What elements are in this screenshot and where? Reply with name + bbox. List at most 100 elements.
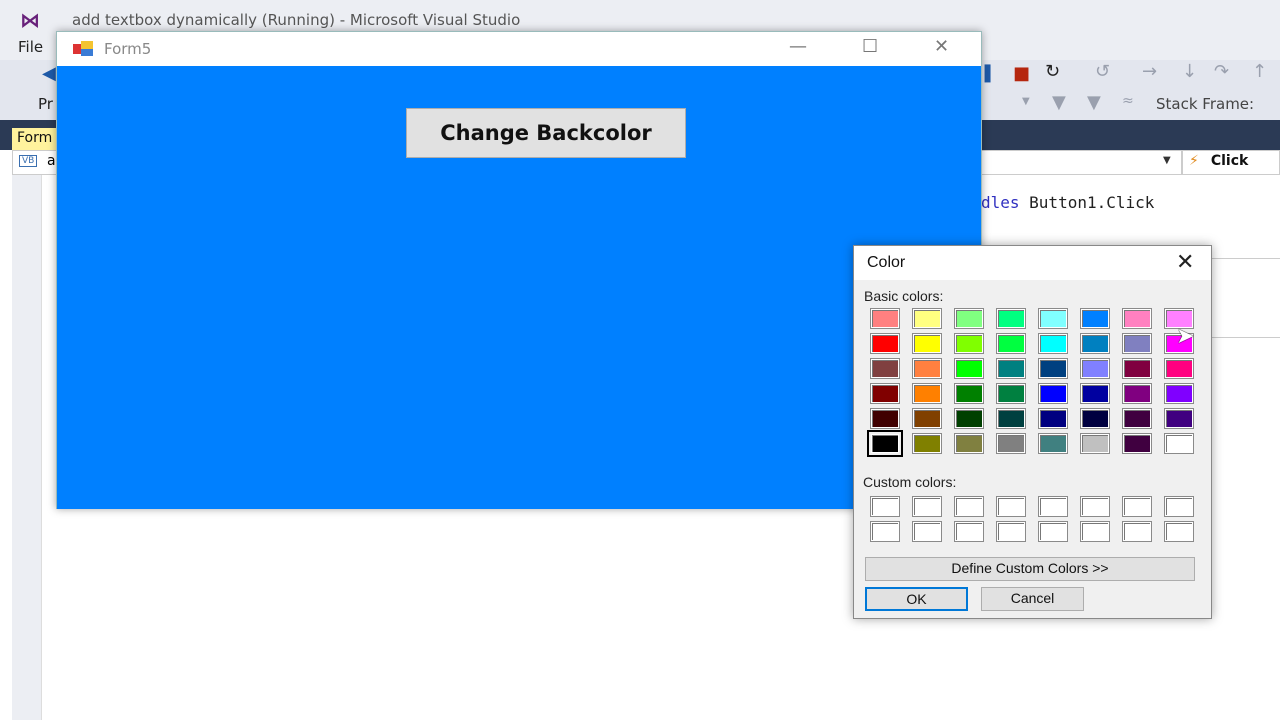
filter-clear-icon[interactable]: ▼: [1087, 92, 1101, 113]
step-into-icon[interactable]: →: [1142, 61, 1157, 82]
event-dropdown[interactable]: ⚡ Click: [1181, 151, 1280, 174]
code-line[interactable]: dles Button1.Click: [981, 193, 1154, 212]
editor-line: [1210, 258, 1280, 259]
basic-color-swatch[interactable]: [954, 383, 984, 404]
color-dialog-title: Color: [867, 254, 906, 271]
toolbar-partial-label: Pr: [38, 95, 53, 113]
pause-icon[interactable]: ❚: [980, 62, 995, 83]
basic-color-swatch[interactable]: [870, 383, 900, 404]
code-text: Button1.Click: [1019, 193, 1155, 212]
basic-color-swatch[interactable]: [1080, 383, 1110, 404]
custom-color-swatch[interactable]: [1164, 496, 1194, 517]
basic-color-swatch[interactable]: [1080, 408, 1110, 429]
basic-color-swatch[interactable]: [870, 408, 900, 429]
basic-color-swatch[interactable]: [996, 358, 1026, 379]
custom-color-swatch[interactable]: [870, 521, 900, 542]
basic-color-swatch[interactable]: [912, 308, 942, 329]
custom-color-swatch[interactable]: [996, 496, 1026, 517]
show-next-statement-icon[interactable]: ↺: [1095, 61, 1110, 82]
basic-color-swatch[interactable]: [1164, 383, 1194, 404]
basic-color-swatch[interactable]: [1122, 408, 1152, 429]
basic-color-swatch[interactable]: [870, 358, 900, 379]
basic-color-swatch[interactable]: [1038, 358, 1068, 379]
basic-color-swatch[interactable]: [1164, 408, 1194, 429]
basic-color-swatch[interactable]: [1122, 358, 1152, 379]
custom-color-swatch[interactable]: [996, 521, 1026, 542]
custom-color-swatch[interactable]: [1122, 496, 1152, 517]
basic-color-swatch[interactable]: [870, 333, 900, 354]
basic-color-swatch[interactable]: [867, 430, 903, 457]
filter-icon[interactable]: ▼: [1052, 92, 1066, 113]
basic-color-swatch[interactable]: [1038, 308, 1068, 329]
dropdown-arrow-icon[interactable]: ▼: [1163, 155, 1171, 166]
menu-file[interactable]: File: [18, 38, 43, 56]
color-dialog-title-bar[interactable]: Color ✕: [854, 246, 1211, 280]
basic-color-swatch[interactable]: [912, 433, 942, 454]
visual-studio-logo-icon: ⋈: [20, 8, 40, 32]
maximize-icon[interactable]: ☐: [862, 36, 878, 57]
basic-color-swatch[interactable]: [1080, 333, 1110, 354]
custom-color-swatch[interactable]: [954, 496, 984, 517]
cancel-button[interactable]: Cancel: [981, 587, 1084, 611]
custom-color-swatch[interactable]: [912, 496, 942, 517]
basic-color-swatch[interactable]: [1122, 333, 1152, 354]
basic-color-swatch[interactable]: [1164, 433, 1194, 454]
event-bolt-icon: ⚡: [1189, 153, 1199, 169]
basic-color-swatch[interactable]: [954, 333, 984, 354]
basic-color-swatch[interactable]: [1122, 383, 1152, 404]
basic-color-swatch[interactable]: [996, 408, 1026, 429]
step-out-icon[interactable]: ↑: [1252, 61, 1267, 82]
basic-color-swatch[interactable]: [954, 358, 984, 379]
basic-color-swatch[interactable]: [954, 308, 984, 329]
change-backcolor-button[interactable]: Change Backcolor: [406, 108, 686, 158]
close-icon[interactable]: ✕: [1176, 249, 1194, 275]
document-tab[interactable]: Form: [12, 128, 58, 150]
custom-color-swatch[interactable]: [954, 521, 984, 542]
basic-color-swatch[interactable]: [1122, 433, 1152, 454]
custom-color-swatch[interactable]: [870, 496, 900, 517]
form5-title-bar[interactable]: Form5 — ☐ ✕: [57, 32, 981, 66]
basic-color-swatch[interactable]: [912, 383, 942, 404]
basic-color-swatch[interactable]: [1080, 358, 1110, 379]
stop-icon[interactable]: ■: [1013, 63, 1030, 84]
define-custom-colors-button[interactable]: Define Custom Colors >>: [865, 557, 1195, 581]
basic-color-swatch[interactable]: [1122, 308, 1152, 329]
custom-color-swatch[interactable]: [912, 521, 942, 542]
back-icon[interactable]: ◀: [42, 63, 56, 84]
basic-color-swatch[interactable]: [996, 308, 1026, 329]
custom-color-swatch[interactable]: [1080, 496, 1110, 517]
close-icon[interactable]: ✕: [934, 36, 949, 57]
basic-color-swatch[interactable]: [954, 433, 984, 454]
basic-color-swatch[interactable]: [870, 308, 900, 329]
custom-color-swatch[interactable]: [1038, 496, 1068, 517]
code-keyword: dles: [981, 193, 1020, 212]
basic-color-swatch[interactable]: [996, 333, 1026, 354]
basic-color-swatch[interactable]: [996, 433, 1026, 454]
basic-color-swatch[interactable]: [1038, 408, 1068, 429]
step-redo-icon[interactable]: ↷: [1214, 61, 1229, 82]
dropdown-arrow-icon[interactable]: ▼: [1022, 96, 1030, 107]
custom-color-swatch[interactable]: [1038, 521, 1068, 542]
custom-color-swatch[interactable]: [1164, 521, 1194, 542]
basic-color-swatch[interactable]: [954, 408, 984, 429]
basic-color-swatch[interactable]: [1080, 308, 1110, 329]
basic-color-swatch[interactable]: [912, 358, 942, 379]
step-over-icon[interactable]: ↓: [1182, 61, 1197, 82]
basic-color-swatch[interactable]: [1080, 433, 1110, 454]
restart-icon[interactable]: ↻: [1045, 61, 1060, 82]
minimize-icon[interactable]: —: [789, 36, 807, 57]
custom-color-swatch[interactable]: [1122, 521, 1152, 542]
custom-color-swatch[interactable]: [1080, 521, 1110, 542]
basic-color-swatch[interactable]: [996, 383, 1026, 404]
threads-icon[interactable]: ≈: [1122, 93, 1134, 109]
basic-color-swatch[interactable]: [912, 408, 942, 429]
basic-color-swatch[interactable]: [1164, 358, 1194, 379]
ok-button[interactable]: OK: [865, 587, 968, 611]
form5-client-area: Change Backcolor: [57, 66, 981, 509]
form5-window: Form5 — ☐ ✕ Change Backcolor: [56, 31, 982, 509]
basic-color-swatch[interactable]: [1038, 383, 1068, 404]
basic-color-swatch[interactable]: [1038, 333, 1068, 354]
basic-color-swatch[interactable]: [1038, 433, 1068, 454]
basic-color-swatch[interactable]: [912, 333, 942, 354]
class-dropdown[interactable]: a: [47, 153, 56, 169]
